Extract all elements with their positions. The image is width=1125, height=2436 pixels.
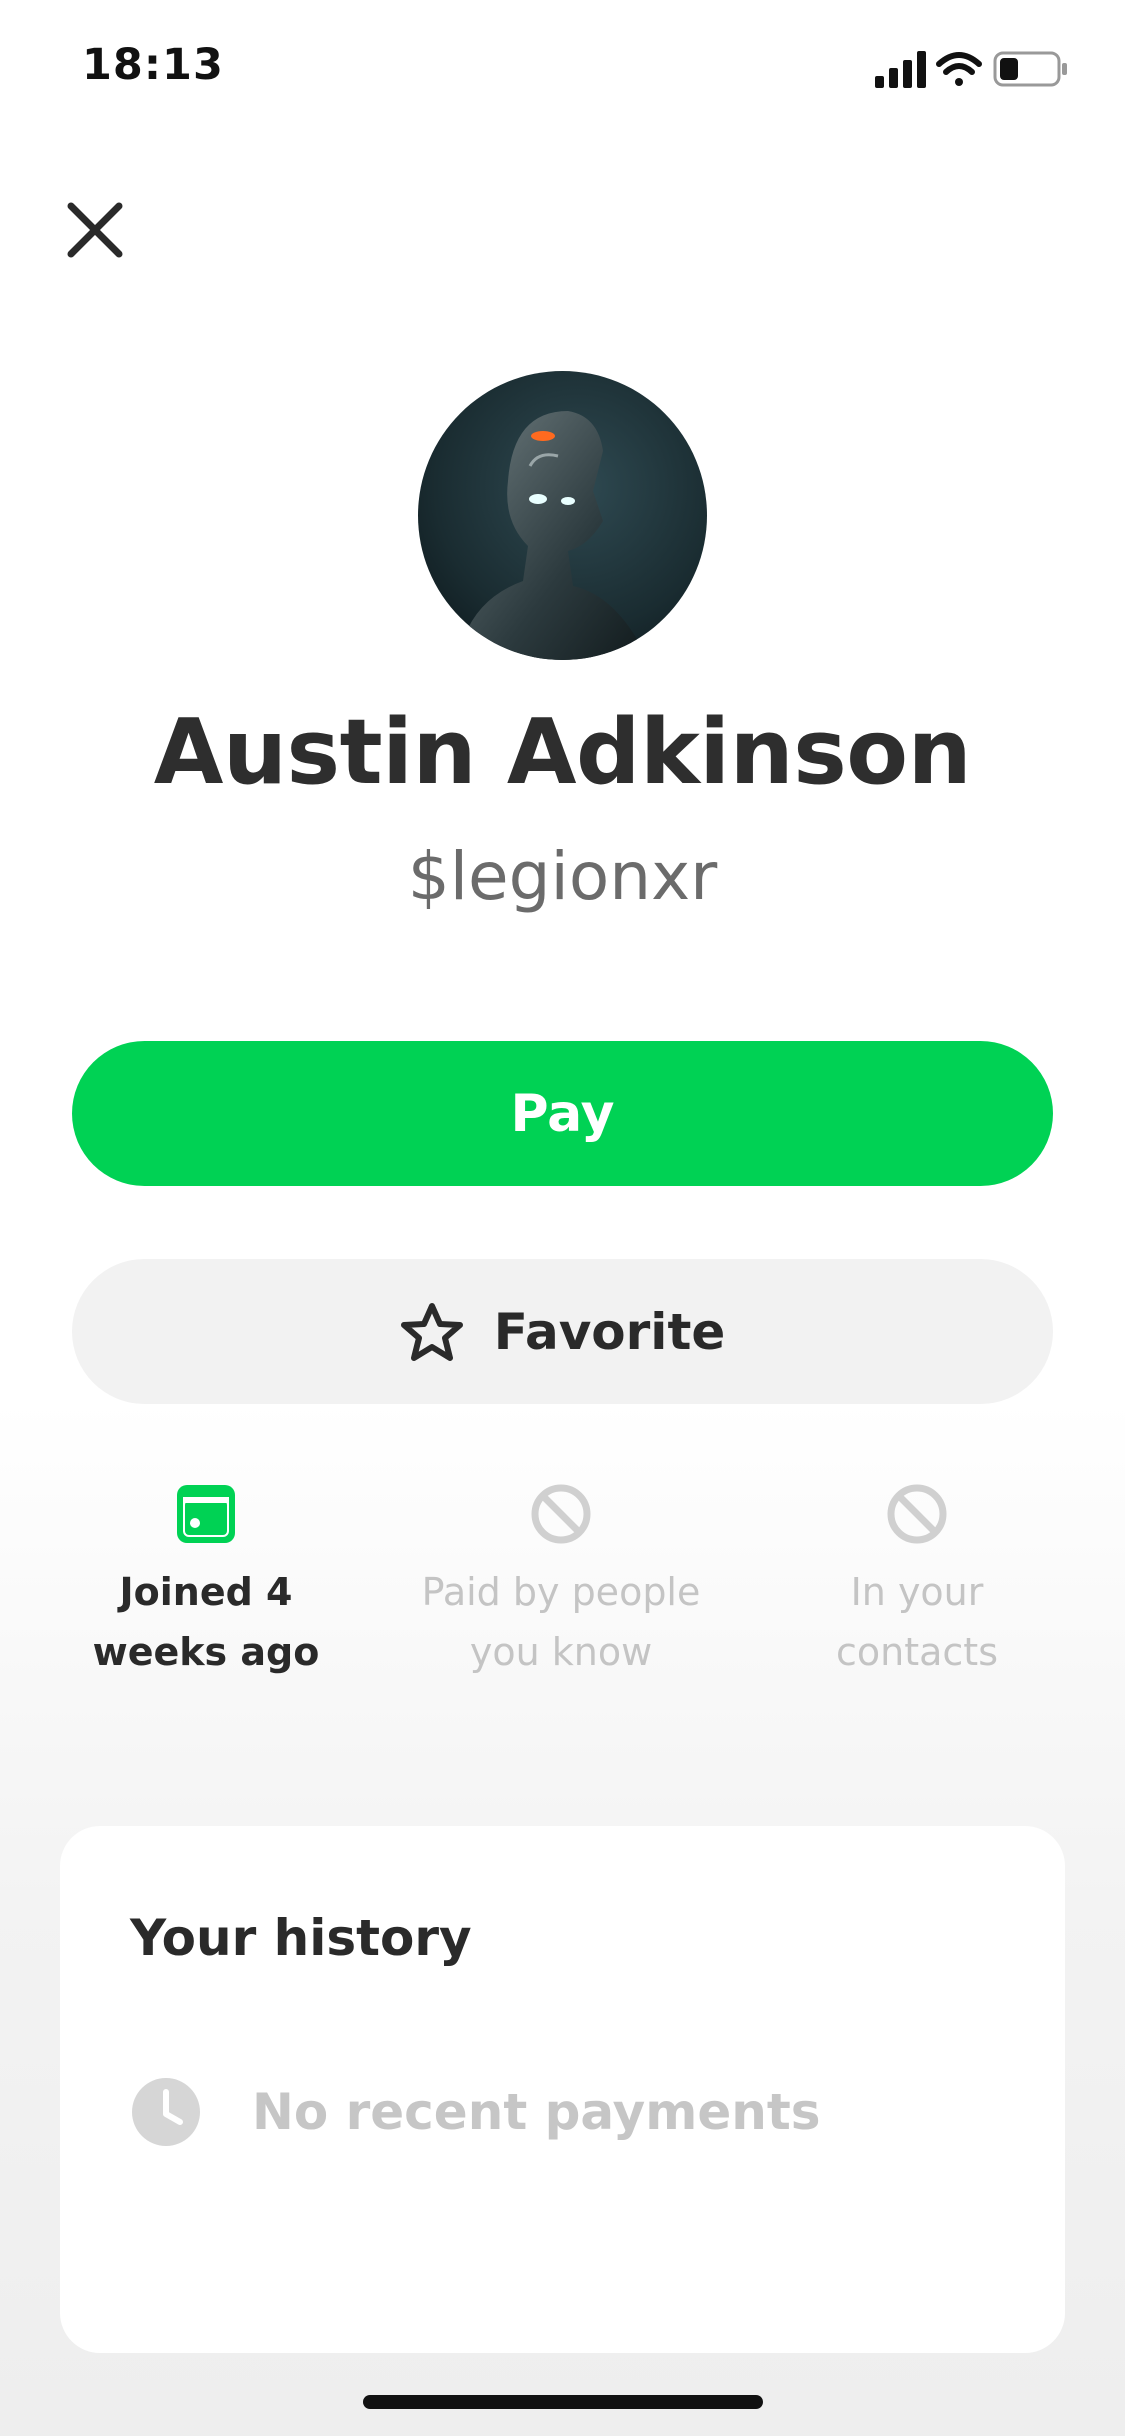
status-bar: 18:13	[0, 0, 1125, 130]
pay-button[interactable]: Pay	[72, 1041, 1053, 1186]
avatar	[418, 371, 707, 660]
history-title: Your history	[130, 1909, 472, 1967]
status-icons	[875, 48, 1075, 90]
fact-label: Paid by people you know	[421, 1570, 701, 1674]
prohibited-icon	[531, 1484, 591, 1544]
home-indicator[interactable]	[363, 2395, 763, 2409]
history-empty-state: No recent payments	[130, 2076, 820, 2148]
history-empty-text: No recent payments	[252, 2083, 821, 2141]
fact-label: In your contacts	[835, 1570, 998, 1674]
fact-in-contacts: In your contacts	[767, 1480, 1067, 1682]
close-button[interactable]	[55, 190, 135, 270]
status-time: 18:13	[82, 40, 224, 90]
fact-paid-by-people: Paid by people you know	[411, 1480, 711, 1682]
prohibited-icon	[887, 1484, 947, 1544]
fact-joined: Joined 4 weeks ago	[56, 1480, 356, 1682]
profile-cashtag: $legionxr	[407, 838, 718, 915]
favorite-button-label: Favorite	[493, 1302, 726, 1361]
fact-label: Joined 4 weeks ago	[92, 1570, 320, 1674]
history-card: Your history No recent payments	[60, 1826, 1065, 2353]
profile-facts: Joined 4 weeks ago Paid by people you kn…	[0, 1480, 1125, 1760]
pay-button-label: Pay	[510, 1083, 615, 1144]
cellular-signal-icon	[875, 51, 926, 88]
favorite-button[interactable]: Favorite	[72, 1259, 1053, 1404]
profile-name: Austin Adkinson	[153, 700, 972, 805]
wifi-icon	[936, 52, 982, 86]
close-icon	[67, 202, 123, 258]
star-icon	[400, 1302, 463, 1361]
clock-icon	[132, 2078, 200, 2146]
battery-icon	[993, 51, 1067, 87]
calendar-card-icon	[177, 1485, 235, 1543]
